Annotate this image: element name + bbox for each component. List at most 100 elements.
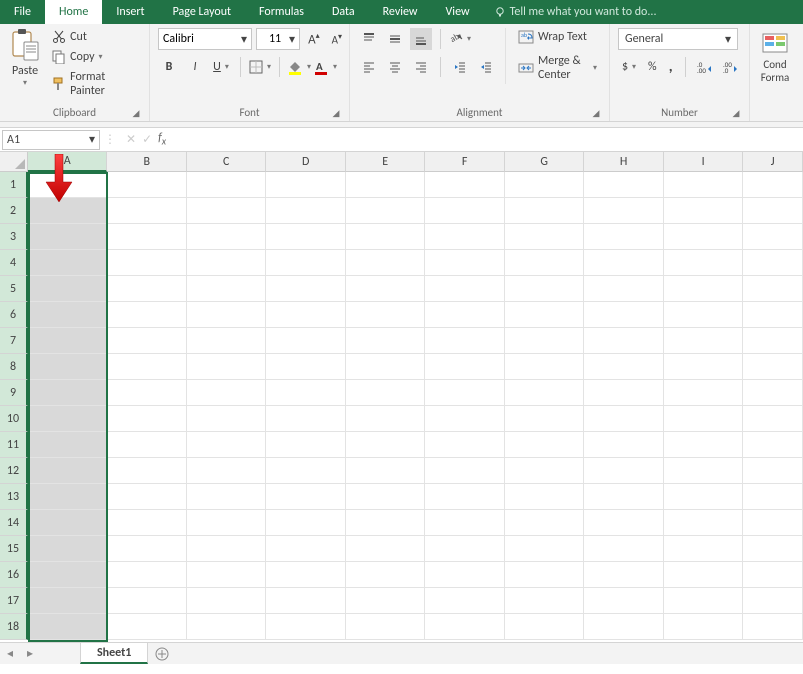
cell[interactable] (266, 406, 345, 432)
cell[interactable] (266, 250, 345, 276)
cell[interactable] (505, 198, 584, 224)
cell[interactable] (266, 588, 345, 614)
cell[interactable] (425, 380, 504, 406)
sheet-tab[interactable]: Sheet1 (80, 643, 148, 664)
orientation-button[interactable]: ab▾ (449, 28, 471, 50)
cell[interactable] (743, 588, 803, 614)
cell[interactable] (743, 302, 803, 328)
align-top-button[interactable] (358, 28, 380, 50)
cells-area[interactable] (28, 172, 803, 642)
tell-me-search[interactable]: Tell me what you want to do... (484, 0, 667, 24)
cell[interactable] (107, 458, 186, 484)
cell[interactable] (187, 406, 266, 432)
cell[interactable] (187, 484, 266, 510)
cell[interactable] (346, 302, 425, 328)
cell[interactable] (584, 484, 663, 510)
cell[interactable] (28, 250, 107, 276)
cell[interactable] (584, 458, 663, 484)
cell[interactable] (28, 536, 107, 562)
row-header[interactable]: 10 (0, 406, 28, 432)
new-sheet-button[interactable] (148, 643, 176, 664)
row-header[interactable]: 1 (0, 172, 28, 198)
cell[interactable] (584, 302, 663, 328)
cell[interactable] (187, 354, 266, 380)
column-header[interactable]: J (743, 152, 803, 172)
cell[interactable] (107, 172, 186, 198)
cell[interactable] (425, 432, 504, 458)
decrease-indent-button[interactable] (449, 56, 471, 78)
increase-indent-button[interactable] (475, 56, 497, 78)
cell[interactable] (107, 588, 186, 614)
cell[interactable] (187, 198, 266, 224)
font-color-button[interactable]: A ▾ (314, 56, 336, 78)
cell[interactable] (187, 588, 266, 614)
cell[interactable] (346, 588, 425, 614)
cell[interactable] (28, 302, 107, 328)
cell[interactable] (743, 172, 803, 198)
cell[interactable] (425, 458, 504, 484)
row-header[interactable]: 7 (0, 328, 28, 354)
cell[interactable] (743, 224, 803, 250)
decrease-font-button[interactable]: A▾ (328, 28, 346, 50)
cell[interactable] (425, 172, 504, 198)
bold-button[interactable]: B (158, 56, 180, 78)
font-name-input[interactable] (163, 32, 241, 46)
row-header[interactable]: 14 (0, 510, 28, 536)
cell[interactable] (107, 328, 186, 354)
cell[interactable] (743, 354, 803, 380)
cell[interactable] (346, 224, 425, 250)
cell[interactable] (28, 198, 107, 224)
cell[interactable] (266, 484, 345, 510)
cell[interactable] (664, 406, 743, 432)
cell[interactable] (425, 224, 504, 250)
cell[interactable] (505, 224, 584, 250)
cell[interactable] (664, 198, 743, 224)
cell[interactable] (107, 224, 186, 250)
cell[interactable] (187, 380, 266, 406)
cell[interactable] (266, 432, 345, 458)
cell[interactable] (743, 484, 803, 510)
cell[interactable] (266, 172, 345, 198)
cell[interactable] (346, 562, 425, 588)
cell[interactable] (505, 328, 584, 354)
formula-input[interactable] (176, 130, 799, 150)
cell[interactable] (584, 432, 663, 458)
cell[interactable] (505, 302, 584, 328)
cell[interactable] (107, 536, 186, 562)
tab-insert[interactable]: Insert (102, 0, 158, 24)
cell[interactable] (743, 406, 803, 432)
cell[interactable] (425, 302, 504, 328)
sheet-nav-next[interactable]: ▸ (20, 643, 40, 664)
cell[interactable] (664, 536, 743, 562)
cell[interactable] (505, 250, 584, 276)
cell[interactable] (505, 562, 584, 588)
cell[interactable] (664, 510, 743, 536)
row-header[interactable]: 12 (0, 458, 28, 484)
percent-button[interactable]: % (644, 56, 661, 78)
cell[interactable] (664, 276, 743, 302)
cell[interactable] (28, 328, 107, 354)
borders-button[interactable]: ▾ (249, 56, 271, 78)
cell[interactable] (346, 276, 425, 302)
cancel-formula-icon[interactable]: ✕ (126, 132, 136, 147)
cell[interactable] (346, 536, 425, 562)
align-left-button[interactable] (358, 56, 380, 78)
cell[interactable] (346, 510, 425, 536)
cell[interactable] (664, 380, 743, 406)
cell[interactable] (187, 536, 266, 562)
cell[interactable] (346, 614, 425, 640)
cell[interactable] (584, 562, 663, 588)
cell[interactable] (187, 432, 266, 458)
cell[interactable] (664, 588, 743, 614)
cell[interactable] (346, 458, 425, 484)
cell[interactable] (584, 250, 663, 276)
cell[interactable] (266, 198, 345, 224)
row-header[interactable]: 3 (0, 224, 28, 250)
cell[interactable] (187, 510, 266, 536)
cell[interactable] (743, 562, 803, 588)
cell[interactable] (346, 198, 425, 224)
font-size-input[interactable] (261, 32, 289, 46)
cell[interactable] (743, 250, 803, 276)
column-header[interactable]: C (187, 152, 266, 172)
cell[interactable] (266, 302, 345, 328)
